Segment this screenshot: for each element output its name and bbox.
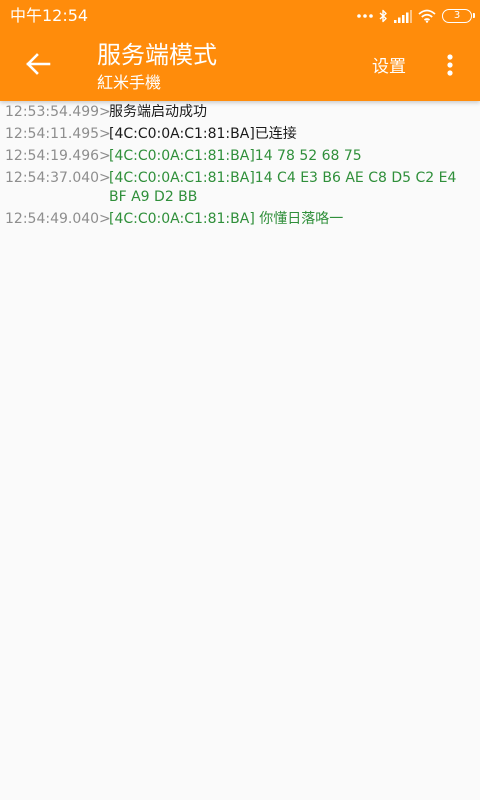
log-message: [4C:C0:0A:C1:81:BA] 你懂日落咯一 [109, 211, 344, 227]
log-entry: 12:53:54.499> 服务端启动成功 [0, 103, 480, 122]
log-timestamp: 12:54:49.040> [5, 211, 111, 227]
overflow-menu-button[interactable] [438, 52, 462, 82]
status-time: 中午12:54 [10, 6, 89, 25]
arrow-left-icon [25, 53, 51, 79]
page-subtitle: 紅米手機 [97, 73, 162, 92]
more-dots-icon [357, 13, 373, 19]
log-message: [4C:C0:0A:C1:81:BA]14 78 52 68 75 [109, 148, 362, 164]
log-message: [4C:C0:0A:C1:81:BA]已连接 [109, 126, 297, 142]
battery-icon: 3 [442, 9, 475, 23]
battery-level: 3 [453, 10, 461, 21]
more-vert-icon [447, 54, 453, 80]
signal-icon [394, 9, 412, 23]
log-entry: 12:54:49.040> [4C:C0:0A:C1:81:BA] 你懂日落咯一 [0, 210, 480, 229]
page-title: 服务端模式 [97, 41, 217, 69]
log-entry: 12:54:37.040> [4C:C0:0A:C1:81:BA]14 C4 E… [0, 169, 480, 207]
status-bar: 中午12:54 3 [0, 0, 480, 32]
bluetooth-icon [379, 9, 388, 23]
toolbar-titles: 服务端模式 紅米手機 [97, 38, 217, 94]
wifi-icon [418, 9, 436, 23]
log-timestamp: 12:54:11.495> [5, 126, 111, 142]
log-entry: 12:54:19.496> [4C:C0:0A:C1:81:BA]14 78 5… [0, 147, 480, 166]
log-timestamp: 12:54:37.040> [5, 170, 111, 186]
settings-button[interactable]: 设置 [372, 55, 406, 79]
log-list[interactable]: 12:53:54.499> 服务端启动成功 12:54:11.495> [4C:… [0, 103, 480, 232]
log-message: 服务端启动成功 [109, 104, 207, 120]
log-timestamp: 12:54:19.496> [5, 148, 111, 164]
status-icons: 3 [357, 6, 475, 26]
app-bar: 中午12:54 3 服务端模式 紅米手機 设置 [0, 0, 480, 101]
back-button[interactable] [18, 46, 58, 86]
toolbar: 服务端模式 紅米手機 设置 [0, 32, 480, 101]
log-timestamp: 12:53:54.499> [5, 104, 111, 120]
log-message: [4C:C0:0A:C1:81:BA]14 C4 E3 B6 AE C8 D5 … [109, 170, 457, 205]
log-entry: 12:54:11.495> [4C:C0:0A:C1:81:BA]已连接 [0, 125, 480, 144]
